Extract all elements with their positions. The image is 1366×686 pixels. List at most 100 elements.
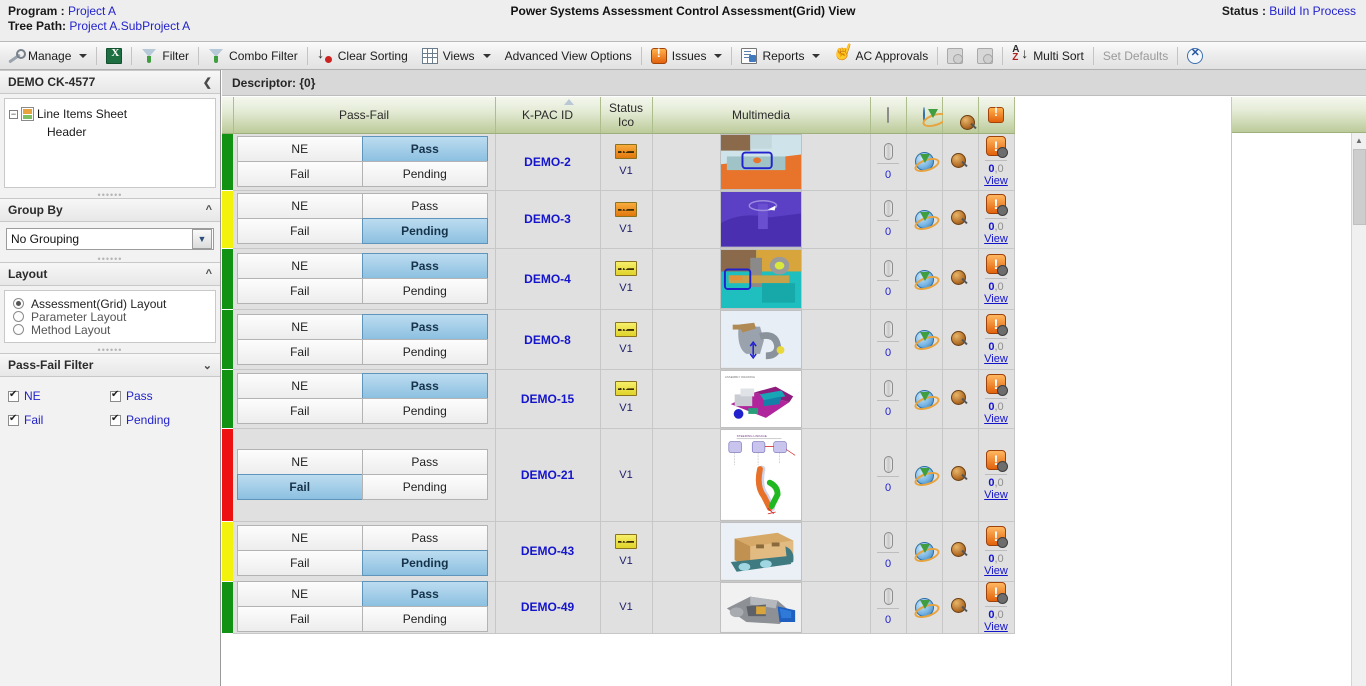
cell-globe-search[interactable]	[942, 581, 979, 634]
table-row[interactable]: NEPassFailPending DEMO-49 V1 0 0,0View	[222, 581, 1015, 634]
table-row[interactable]: NEPassFailPending DEMO-2 V1 0 0,0View	[222, 133, 1015, 192]
cell-kpac-id[interactable]: DEMO-8	[495, 309, 601, 370]
cell-multimedia[interactable]: STEERING LINKAGE	[652, 428, 871, 523]
ac-approvals-button[interactable]: AC Approvals	[827, 43, 935, 69]
paperclip-icon[interactable]	[883, 200, 893, 218]
cell-issues[interactable]: 0,0View	[978, 428, 1015, 523]
cell-status-icon[interactable]: V1	[600, 521, 653, 582]
multimedia-thumbnail[interactable]	[653, 581, 870, 633]
pass-fail-filter-header[interactable]: Pass-Fail Filter ⌄	[0, 353, 220, 377]
column-header-attachments[interactable]	[870, 97, 907, 134]
paperclip-icon[interactable]	[883, 588, 893, 606]
column-header-globe-import[interactable]	[906, 97, 943, 134]
cell-globe-import[interactable]	[906, 428, 943, 523]
cell-globe-search[interactable]	[942, 521, 979, 582]
globe-search-icon[interactable]	[951, 390, 969, 408]
pass-fail-option-fail[interactable]: Fail	[236, 338, 363, 365]
group-by-select[interactable]: No Grouping ▼	[6, 228, 214, 250]
combo-filter-button[interactable]: Combo Filter	[201, 43, 305, 69]
checkbox-icon[interactable]	[8, 413, 19, 426]
tree-collapse-toggle[interactable]: −	[9, 109, 18, 119]
cell-multimedia[interactable]	[652, 133, 871, 192]
pass-fail-option-pass[interactable]: Pass	[361, 449, 488, 476]
cell-globe-import[interactable]	[906, 248, 943, 311]
globe-search-icon[interactable]	[951, 542, 969, 560]
cell-kpac-id[interactable]: DEMO-2	[495, 133, 601, 192]
globe-import-icon[interactable]	[914, 541, 934, 561]
cell-multimedia[interactable]	[652, 190, 871, 249]
issues-view-link[interactable]: View	[979, 489, 1014, 501]
signal-status-icon[interactable]	[615, 261, 637, 277]
cell-status-icon[interactable]: V1	[600, 133, 653, 192]
issues-view-link[interactable]: View	[979, 413, 1014, 425]
kpac-id-link[interactable]: DEMO-2	[524, 155, 571, 169]
pass-fail-option-pending[interactable]: Pending	[361, 606, 488, 633]
kpac-id-link[interactable]: DEMO-21	[521, 468, 574, 482]
cell-globe-search[interactable]	[942, 133, 979, 192]
layout-option-assessment-grid[interactable]: Assessment(Grid) Layout	[13, 297, 207, 311]
cell-kpac-id[interactable]: DEMO-49	[495, 581, 601, 634]
layout-header[interactable]: Layout ^	[0, 262, 220, 286]
signal-status-icon[interactable]	[615, 533, 637, 549]
cell-kpac-id[interactable]: DEMO-15	[495, 369, 601, 430]
cell-attachments[interactable]: 0	[870, 428, 907, 523]
table-row[interactable]: NEPassFailPending DEMO-4 V1 0 0,0View	[222, 248, 1015, 311]
kpac-id-link[interactable]: DEMO-4	[524, 272, 571, 286]
export-excel-button[interactable]	[99, 43, 129, 69]
clear-sorting-button[interactable]: Clear Sorting	[310, 43, 415, 69]
cell-status-icon[interactable]: V1	[600, 309, 653, 370]
table-row[interactable]: NEPassFailPending DEMO-43 V1 0 0,0View	[222, 521, 1015, 582]
cell-multimedia[interactable]	[652, 521, 871, 582]
signal-status-icon[interactable]	[615, 144, 637, 160]
pass-fail-option-fail[interactable]: Fail	[236, 218, 363, 245]
tree-path-value[interactable]: Project A.SubProject A	[69, 19, 190, 33]
cell-issues[interactable]: 0,0View	[978, 581, 1015, 634]
pass-fail-option-pass[interactable]: Pass	[361, 525, 488, 552]
globe-import-icon[interactable]	[914, 465, 934, 485]
pass-fail-option-fail[interactable]: Fail	[236, 160, 363, 187]
chevron-up-icon[interactable]: ^	[206, 268, 212, 280]
cell-globe-import[interactable]	[906, 190, 943, 249]
globe-import-icon[interactable]	[914, 597, 934, 617]
paperclip-icon[interactable]	[883, 320, 893, 338]
globe-import-icon[interactable]	[914, 330, 934, 350]
pass-fail-option-fail[interactable]: Fail	[236, 278, 363, 305]
cell-issues[interactable]: 0,0View	[978, 248, 1015, 311]
cell-multimedia[interactable]: ASSEMBLY DRAWING	[652, 369, 871, 430]
pass-fail-option-pending[interactable]: Pending	[361, 550, 488, 577]
issues-button[interactable]: Issues	[644, 43, 730, 69]
globe-import-icon[interactable]	[914, 389, 934, 409]
table-row[interactable]: NEPassFailPending DEMO-8 V1 0 0,0View	[222, 309, 1015, 370]
globe-search-icon[interactable]	[951, 210, 969, 228]
radio-icon[interactable]	[13, 298, 24, 309]
paperclip-icon[interactable]	[883, 260, 893, 278]
multi-sort-button[interactable]: ↓ Multi Sort	[1005, 43, 1091, 69]
column-header-status-icon[interactable]: Status Ico	[600, 97, 653, 134]
pass-fail-option-ne[interactable]: NE	[236, 581, 363, 608]
multimedia-thumbnail[interactable]: STEERING LINKAGE	[653, 429, 870, 522]
pass-fail-option-pending[interactable]: Pending	[361, 398, 488, 425]
tree-root-item[interactable]: − Line Items Sheet	[9, 105, 211, 123]
multimedia-thumbnail[interactable]: ASSEMBLY DRAWING	[653, 369, 870, 429]
paperclip-icon[interactable]	[883, 380, 893, 398]
pass-fail-option-pending[interactable]: Pending	[361, 218, 488, 245]
cell-attachments[interactable]: 0	[870, 248, 907, 311]
cell-attachments[interactable]: 0	[870, 581, 907, 634]
pass-fail-option-pending[interactable]: Pending	[361, 474, 488, 501]
signal-status-icon[interactable]	[615, 381, 637, 397]
pass-fail-option-pass[interactable]: Pass	[361, 373, 488, 400]
cell-multimedia[interactable]	[652, 309, 871, 370]
globe-search-icon[interactable]	[951, 330, 969, 349]
cell-globe-search[interactable]	[942, 190, 979, 249]
pass-fail-option-pass[interactable]: Pass	[361, 313, 488, 340]
pass-fail-option-ne[interactable]: NE	[236, 449, 363, 476]
globe-import-icon[interactable]	[914, 269, 934, 289]
pass-fail-option-pass[interactable]: Pass	[361, 253, 488, 280]
cell-multimedia[interactable]	[652, 581, 871, 634]
cell-globe-import[interactable]	[906, 369, 943, 430]
column-header-pass-fail[interactable]: Pass-Fail	[233, 97, 496, 134]
cell-kpac-id[interactable]: DEMO-43	[495, 521, 601, 582]
globe-search-icon[interactable]	[951, 598, 969, 616]
layout-option-parameter[interactable]: Parameter Layout	[13, 310, 207, 324]
issues-icon[interactable]	[986, 253, 1008, 276]
